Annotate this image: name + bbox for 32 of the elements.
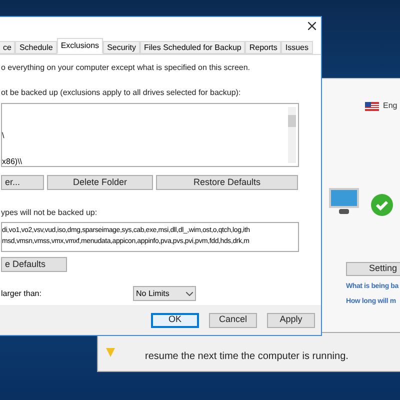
folders-label: ot be backed up (exclusions apply to all drives selected for backup): xyxy=(1,87,242,99)
folder-button[interactable]: Delete Folder xyxy=(47,175,153,190)
close-icon[interactable] xyxy=(308,22,316,30)
folder-button[interactable]: Restore Defaults xyxy=(156,175,298,190)
tab[interactable]: Issues xyxy=(281,41,312,54)
monitor-icon xyxy=(329,188,359,216)
notice-text: resume the next time the computer is running. xyxy=(145,350,348,364)
size-dropdown[interactable]: No Limits xyxy=(133,286,196,301)
dialog-button[interactable]: Cancel xyxy=(209,312,257,328)
dialog-button[interactable]: OK xyxy=(151,312,199,328)
check-icon xyxy=(371,194,393,216)
tab[interactable]: Schedule xyxy=(15,41,57,54)
intro-text: o everything on your computer except what is specified on this screen. xyxy=(1,62,252,74)
restore-defaults-button[interactable]: e Defaults xyxy=(1,257,67,272)
tab[interactable]: Reports xyxy=(245,41,282,54)
size-label: larger than: xyxy=(1,288,42,300)
tab[interactable]: Files Scheduled for Backup xyxy=(140,41,246,54)
folder-list[interactable]: \ x86)\\ xyxy=(1,103,299,167)
scrollbar[interactable] xyxy=(288,107,296,163)
tab[interactable]: Exclusions xyxy=(56,38,104,54)
dialog-button[interactable]: Apply xyxy=(267,312,315,328)
warning-icon xyxy=(106,348,115,357)
tab[interactable]: Security xyxy=(103,41,140,54)
flag-icon xyxy=(365,102,379,110)
types-label: ypes will not be backed up: xyxy=(1,207,98,219)
tab[interactable]: ce xyxy=(0,41,16,54)
settings-button[interactable]: Setting xyxy=(346,262,400,276)
language-label[interactable]: Eng xyxy=(383,100,398,112)
folder-button[interactable]: er... xyxy=(1,175,44,190)
folder-entry[interactable]: x86)\\ xyxy=(2,156,22,168)
folder-entry[interactable]: \ xyxy=(2,130,4,142)
chevron-icon xyxy=(186,292,193,296)
